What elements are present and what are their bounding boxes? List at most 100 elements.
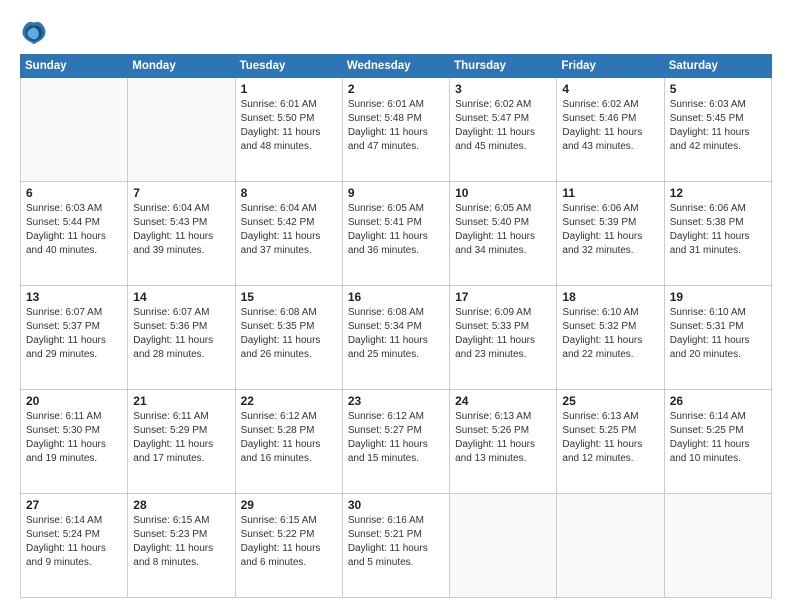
day-number: 12 bbox=[670, 186, 766, 200]
day-number: 17 bbox=[455, 290, 551, 304]
column-header-friday: Friday bbox=[557, 55, 664, 78]
week-row-5: 27Sunrise: 6:14 AMSunset: 5:24 PMDayligh… bbox=[21, 494, 772, 598]
sunrise-text: Sunrise: 6:04 AM bbox=[133, 202, 229, 216]
day-cell: 18Sunrise: 6:10 AMSunset: 5:32 PMDayligh… bbox=[557, 286, 664, 390]
sunset-text: Sunset: 5:41 PM bbox=[348, 216, 444, 230]
column-header-thursday: Thursday bbox=[450, 55, 557, 78]
daylight-text: Daylight: 11 hours bbox=[133, 230, 229, 244]
sunrise-text: Sunrise: 6:05 AM bbox=[455, 202, 551, 216]
day-cell: 23Sunrise: 6:12 AMSunset: 5:27 PMDayligh… bbox=[342, 390, 449, 494]
daylight-text-cont: and 25 minutes. bbox=[348, 348, 444, 362]
column-header-tuesday: Tuesday bbox=[235, 55, 342, 78]
day-cell: 20Sunrise: 6:11 AMSunset: 5:30 PMDayligh… bbox=[21, 390, 128, 494]
day-cell: 24Sunrise: 6:13 AMSunset: 5:26 PMDayligh… bbox=[450, 390, 557, 494]
sunset-text: Sunset: 5:40 PM bbox=[455, 216, 551, 230]
daylight-text-cont: and 16 minutes. bbox=[241, 452, 337, 466]
day-number: 9 bbox=[348, 186, 444, 200]
sunrise-text: Sunrise: 6:02 AM bbox=[455, 98, 551, 112]
header bbox=[20, 18, 772, 46]
daylight-text-cont: and 17 minutes. bbox=[133, 452, 229, 466]
sunset-text: Sunset: 5:46 PM bbox=[562, 112, 658, 126]
day-info: Sunrise: 6:15 AMSunset: 5:22 PMDaylight:… bbox=[241, 514, 337, 570]
day-cell: 11 Sunrise: 6:06 AMSunset: 5:39 PMDayligh… bbox=[557, 182, 664, 286]
sunset-text: Sunset: 5:45 PM bbox=[670, 112, 766, 126]
daylight-text: Daylight: 11 hours bbox=[348, 438, 444, 452]
daylight-text-cont: and 10 minutes. bbox=[670, 452, 766, 466]
sunset-text: Sunset: 5:43 PM bbox=[133, 216, 229, 230]
sunset-text: Sunset: 5:50 PM bbox=[241, 112, 337, 126]
daylight-text: Daylight: 11 hours bbox=[670, 334, 766, 348]
sunset-text: Sunset: 5:21 PM bbox=[348, 528, 444, 542]
sunset-text: Sunset: 5:26 PM bbox=[455, 424, 551, 438]
daylight-text-cont: and 31 minutes. bbox=[670, 244, 766, 258]
day-info: Sunrise: 6:12 AMSunset: 5:27 PMDaylight:… bbox=[348, 410, 444, 466]
day-number: 5 bbox=[670, 82, 766, 96]
day-info: Sunrise: 6:14 AMSunset: 5:24 PMDaylight:… bbox=[26, 514, 122, 570]
daylight-text-cont: and 6 minutes. bbox=[241, 556, 337, 570]
daylight-text: Daylight: 11 hours bbox=[455, 230, 551, 244]
day-cell: 21Sunrise: 6:11 AMSunset: 5:29 PMDayligh… bbox=[128, 390, 235, 494]
daylight-text-cont: and 36 minutes. bbox=[348, 244, 444, 258]
sunrise-text: Sunrise: 6:13 AM bbox=[455, 410, 551, 424]
day-cell: 5Sunrise: 6:03 AMSunset: 5:45 PMDaylight… bbox=[664, 78, 771, 182]
day-cell: 22Sunrise: 6:12 AMSunset: 5:28 PMDayligh… bbox=[235, 390, 342, 494]
sunset-text: Sunset: 5:39 PM bbox=[562, 216, 658, 230]
day-number: 25 bbox=[562, 394, 658, 408]
day-cell: 28 Sunrise: 6:15 AMSunset: 5:23 PMDayligh… bbox=[128, 494, 235, 598]
daylight-text: Daylight: 11 hours bbox=[241, 438, 337, 452]
day-number: 4 bbox=[562, 82, 658, 96]
daylight-text: Daylight: 11 hours bbox=[562, 334, 658, 348]
daylight-text: Daylight: 11 hours bbox=[26, 230, 122, 244]
daylight-text: Daylight: 11 hours bbox=[562, 230, 658, 244]
sunrise-text: Sunrise: 6:13 AM bbox=[562, 410, 658, 424]
day-cell: 7 Sunrise: 6:04 AMSunset: 5:43 PMDaylight… bbox=[128, 182, 235, 286]
daylight-text: Daylight: 11 hours bbox=[348, 334, 444, 348]
daylight-text-cont: and 12 minutes. bbox=[562, 452, 658, 466]
sunrise-text: Sunrise: 6:09 AM bbox=[455, 306, 551, 320]
daylight-text: Daylight: 11 hours bbox=[348, 230, 444, 244]
day-info: Sunrise: 6:03 AMSunset: 5:44 PMDaylight:… bbox=[26, 202, 122, 258]
sunrise-text: Sunrise: 6:14 AM bbox=[670, 410, 766, 424]
day-number: 7 bbox=[133, 186, 229, 200]
day-number: 19 bbox=[670, 290, 766, 304]
sunrise-text: Sunrise: 6:12 AM bbox=[348, 410, 444, 424]
daylight-text-cont: and 26 minutes. bbox=[241, 348, 337, 362]
day-info: Sunrise: 6:12 AMSunset: 5:28 PMDaylight:… bbox=[241, 410, 337, 466]
daylight-text: Daylight: 11 hours bbox=[562, 126, 658, 140]
sunrise-text: Sunrise: 6:06 AM bbox=[670, 202, 766, 216]
sunset-text: Sunset: 5:33 PM bbox=[455, 320, 551, 334]
sunrise-text: Sunrise: 6:11 AM bbox=[133, 410, 229, 424]
day-number: 13 bbox=[26, 290, 122, 304]
day-cell: 30Sunrise: 6:16 AMSunset: 5:21 PMDayligh… bbox=[342, 494, 449, 598]
day-info: Sunrise: 6:15 AMSunset: 5:23 PMDaylight:… bbox=[133, 514, 229, 570]
day-info: Sunrise: 6:06 AMSunset: 5:39 PMDaylight:… bbox=[562, 202, 658, 258]
daylight-text: Daylight: 11 hours bbox=[455, 334, 551, 348]
daylight-text-cont: and 23 minutes. bbox=[455, 348, 551, 362]
sunset-text: Sunset: 5:36 PM bbox=[133, 320, 229, 334]
day-number: 11 bbox=[562, 186, 658, 200]
daylight-text-cont: and 47 minutes. bbox=[348, 140, 444, 154]
sunrise-text: Sunrise: 6:06 AM bbox=[562, 202, 658, 216]
daylight-text: Daylight: 11 hours bbox=[670, 230, 766, 244]
day-cell: 10Sunrise: 6:05 AMSunset: 5:40 PMDayligh… bbox=[450, 182, 557, 286]
sunrise-text: Sunrise: 6:14 AM bbox=[26, 514, 122, 528]
daylight-text: Daylight: 11 hours bbox=[26, 542, 122, 556]
daylight-text: Daylight: 11 hours bbox=[455, 438, 551, 452]
sunrise-text: Sunrise: 6:10 AM bbox=[562, 306, 658, 320]
day-number: 3 bbox=[455, 82, 551, 96]
sunrise-text: Sunrise: 6:15 AM bbox=[241, 514, 337, 528]
daylight-text: Daylight: 11 hours bbox=[670, 126, 766, 140]
day-cell: 14Sunrise: 6:07 AMSunset: 5:36 PMDayligh… bbox=[128, 286, 235, 390]
day-number: 28 bbox=[133, 498, 229, 512]
sunrise-text: Sunrise: 6:07 AM bbox=[133, 306, 229, 320]
day-cell bbox=[21, 78, 128, 182]
daylight-text-cont: and 20 minutes. bbox=[670, 348, 766, 362]
sunset-text: Sunset: 5:30 PM bbox=[26, 424, 122, 438]
daylight-text-cont: and 40 minutes. bbox=[26, 244, 122, 258]
sunrise-text: Sunrise: 6:12 AM bbox=[241, 410, 337, 424]
sunrise-text: Sunrise: 6:11 AM bbox=[26, 410, 122, 424]
daylight-text: Daylight: 11 hours bbox=[133, 438, 229, 452]
week-row-1: 1Sunrise: 6:01 AMSunset: 5:50 PMDaylight… bbox=[21, 78, 772, 182]
day-cell bbox=[450, 494, 557, 598]
sunset-text: Sunset: 5:27 PM bbox=[348, 424, 444, 438]
